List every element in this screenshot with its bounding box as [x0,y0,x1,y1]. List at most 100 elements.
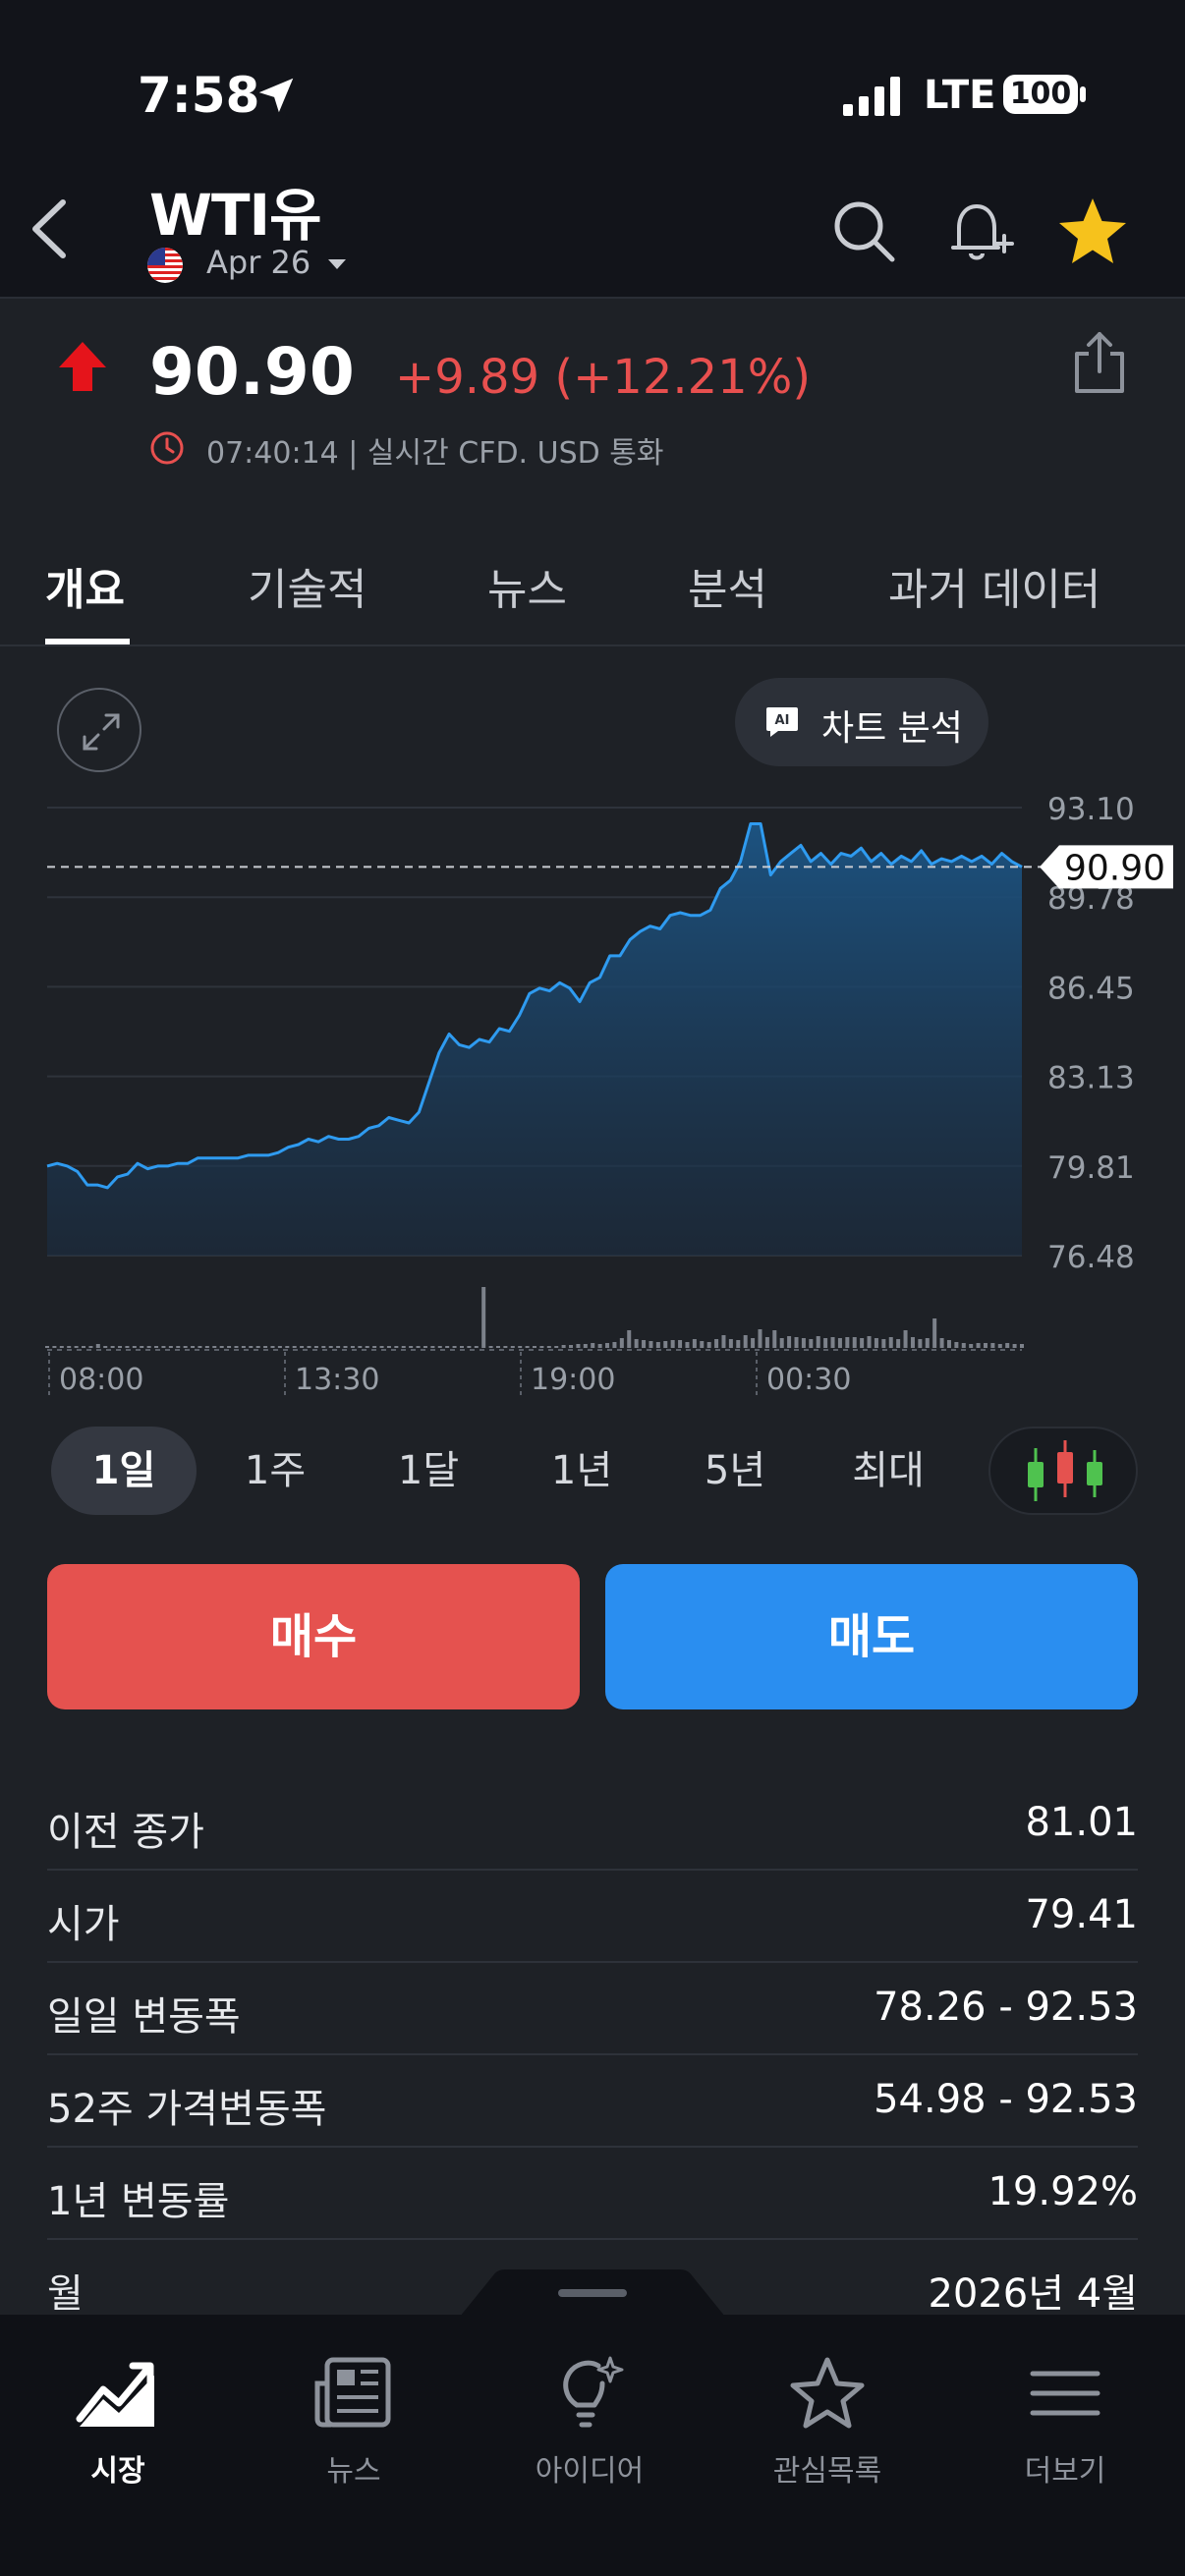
volume-bar [794,1337,799,1348]
volume-bar [95,1344,100,1348]
volume-bar [59,1346,64,1348]
volume-bar [503,1346,508,1348]
volume-bar [437,1346,442,1348]
volume-bar [372,1346,377,1348]
x-tick-label: 13:30 [295,1363,379,1397]
watchlist-star-icon[interactable] [1055,195,1130,269]
volume-bar [459,1346,464,1348]
share-icon[interactable] [1071,330,1128,395]
volume-bar [452,1346,457,1348]
price-chart[interactable]: 93.1089.7886.4583.1379.8176.48 08:00 13:3… [0,776,1185,1405]
volume-bar [867,1336,872,1348]
sell-button[interactable]: 매도 [605,1564,1138,1709]
stat-label: 월 [47,2271,84,2317]
volume-bar [52,1346,57,1348]
location-arrow-icon [258,78,294,113]
volume-bar [154,1346,159,1348]
stat-label: 1년 변동률 [47,2179,230,2224]
status-time: 7:58 [138,67,260,124]
volume-bar [533,1346,536,1348]
range-1y[interactable]: 1년 [517,1427,647,1515]
range-1m[interactable]: 1달 [364,1427,493,1515]
back-chevron-icon[interactable] [20,195,79,263]
volume-bar [204,1346,209,1348]
volume-bar [386,1346,391,1348]
tab-analysis[interactable]: 분석 [688,554,767,617]
volume-bar [874,1338,878,1348]
volume-bar [605,1343,610,1348]
volume-bar [430,1346,435,1348]
volume-bar [110,1346,115,1348]
volume-bar [860,1338,865,1348]
y-tick-label: 83.13 [1047,1061,1135,1096]
volume-bar [743,1335,748,1348]
volume-bar [313,1346,318,1348]
tab-news[interactable]: 뉴스 [487,554,567,617]
volume-bar [328,1346,333,1348]
nav-markets[interactable]: 시장 [20,2354,216,2511]
volume-bar [619,1338,624,1348]
volume-bar [706,1342,711,1348]
volume-bar [670,1340,675,1348]
volume-bar [379,1346,384,1348]
nav-label: 아이디어 [535,2454,645,2489]
search-icon[interactable] [827,195,902,269]
volume-bar [445,1346,450,1348]
range-1w[interactable]: 1주 [210,1427,340,1515]
volume-bar [990,1343,995,1348]
volume-bar [488,1346,493,1348]
range-1d[interactable]: 1일 [51,1427,197,1515]
status-bar: 7:58 LTE 100 [0,0,1185,187]
volume-bar [721,1335,726,1348]
volume-bar [649,1341,653,1348]
volume-bar [103,1346,108,1348]
buy-button[interactable]: 매수 [47,1564,580,1709]
expand-chart-button[interactable] [57,688,141,772]
volume-bar [300,1346,305,1348]
volume-bar [816,1336,820,1348]
chart-type-toggle-button[interactable] [988,1427,1138,1515]
volume-bar [663,1341,668,1348]
volume-bar [394,1346,399,1348]
volume-bar [976,1343,981,1348]
volume-bar [125,1346,130,1348]
contract-month-selector[interactable]: Apr 26 [206,244,310,281]
active-tab-indicator [45,639,130,644]
nav-news[interactable]: 뉴스 [255,2354,452,2511]
stat-label: 52주 가격변동폭 [47,2087,327,2132]
drawer-handle[interactable] [460,2269,725,2317]
volume-bar [1012,1344,1017,1348]
volume-bar [350,1346,355,1348]
expand-arrows-icon [83,713,120,751]
caret-down-icon[interactable] [326,257,348,271]
stat-row-prev-close: 이전 종가 81.01 [47,1778,1138,1871]
volume-bar [161,1346,166,1348]
lightbulb-icon [563,2356,624,2428]
nav-label: 더보기 [1024,2454,1106,2489]
tab-technical[interactable]: 기술적 [248,554,367,617]
add-alert-bell-icon[interactable] [941,195,1016,269]
volume-bar [277,1346,282,1348]
volume-bar [358,1346,363,1348]
quote-timestamp: 07:40:14 | 실시간 CFD. USD 통화 [206,436,664,471]
volume-bar [845,1337,850,1348]
ai-chart-analysis-label: 차트 분석 [821,708,963,749]
volume-bar [954,1342,959,1348]
ai-chart-analysis-button[interactable]: AI 차트 분석 [735,678,988,766]
volume-bar [176,1346,181,1348]
nav-ideas[interactable]: 아이디어 [491,2354,688,2511]
y-tick-label: 76.48 [1047,1240,1135,1275]
nav-watchlist[interactable]: 관심목록 [729,2354,926,2511]
volume-bar [925,1338,930,1348]
volume-bar [685,1342,690,1348]
price-change: +9.89 (+12.21%) [395,350,812,405]
range-5y[interactable]: 5년 [670,1427,800,1515]
volume-bar [642,1340,647,1348]
tab-overview[interactable]: 개요 [45,554,125,617]
volume-bar [591,1343,595,1348]
range-max[interactable]: 최대 [823,1427,953,1515]
nav-more[interactable]: 더보기 [967,2354,1163,2511]
tab-historical-data[interactable]: 과거 데이터 [888,554,1100,617]
volume-bar [227,1346,232,1348]
volume-bar [983,1343,988,1348]
